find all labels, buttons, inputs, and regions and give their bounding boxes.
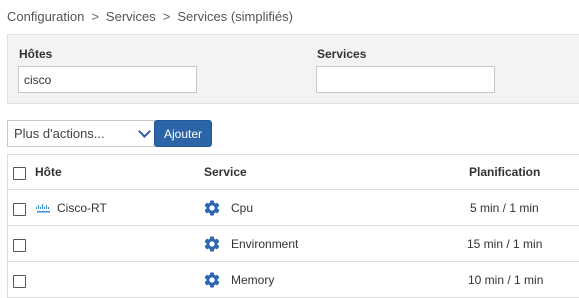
table-row[interactable]: Cisco-RT Cpu 5 min / 1 min: [8, 190, 579, 226]
hosts-filter-input[interactable]: [18, 66, 197, 93]
schedule-value: 15 min / 1 min: [467, 237, 543, 251]
breadcrumb-separator: >: [91, 9, 99, 24]
service-link[interactable]: Environment: [231, 237, 298, 251]
chevron-down-icon: [138, 125, 151, 138]
services-filter-input[interactable]: [316, 66, 495, 93]
add-button[interactable]: Ajouter: [154, 120, 212, 147]
gear-icon: [204, 200, 220, 216]
table-header-row: Hôte Service Planification: [8, 155, 579, 190]
breadcrumb-item-configuration[interactable]: Configuration: [7, 9, 84, 24]
more-actions-label: Plus d'actions...: [14, 126, 105, 141]
hosts-filter-label: Hôtes: [19, 47, 53, 61]
row-checkbox[interactable]: [13, 275, 26, 288]
service-link[interactable]: Memory: [231, 273, 274, 287]
table-row[interactable]: Memory 10 min / 1 min: [8, 262, 579, 298]
row-checkbox[interactable]: [13, 203, 26, 216]
schedule-value: 5 min / 1 min: [470, 201, 539, 215]
gear-icon: [204, 272, 220, 288]
services-table: Hôte Service Planification Cisco-RT Cpu …: [7, 154, 579, 298]
row-checkbox[interactable]: [13, 239, 26, 252]
schedule-value: 10 min / 1 min: [468, 273, 544, 287]
breadcrumb-item-services[interactable]: Services: [106, 9, 156, 24]
table-row[interactable]: Environment 15 min / 1 min: [8, 226, 579, 262]
more-actions-select[interactable]: Plus d'actions...: [7, 120, 155, 147]
service-link[interactable]: Cpu: [231, 201, 253, 215]
breadcrumb-separator: >: [162, 9, 171, 24]
breadcrumb-item-current: Services (simplifiés): [177, 9, 293, 24]
column-header-host[interactable]: Hôte: [35, 165, 62, 179]
breadcrumb: Configuration > Services > Services (simplif…: [7, 9, 293, 24]
services-filter-label: Services: [317, 47, 367, 61]
column-header-schedule[interactable]: Planification: [469, 165, 540, 179]
gear-icon: [204, 236, 220, 252]
column-header-service[interactable]: Service: [204, 165, 247, 179]
cisco-logo-icon: [36, 204, 50, 213]
filter-panel: Hôtes Services: [7, 34, 579, 104]
select-all-checkbox[interactable]: [13, 167, 26, 180]
host-link[interactable]: Cisco-RT: [57, 201, 107, 215]
